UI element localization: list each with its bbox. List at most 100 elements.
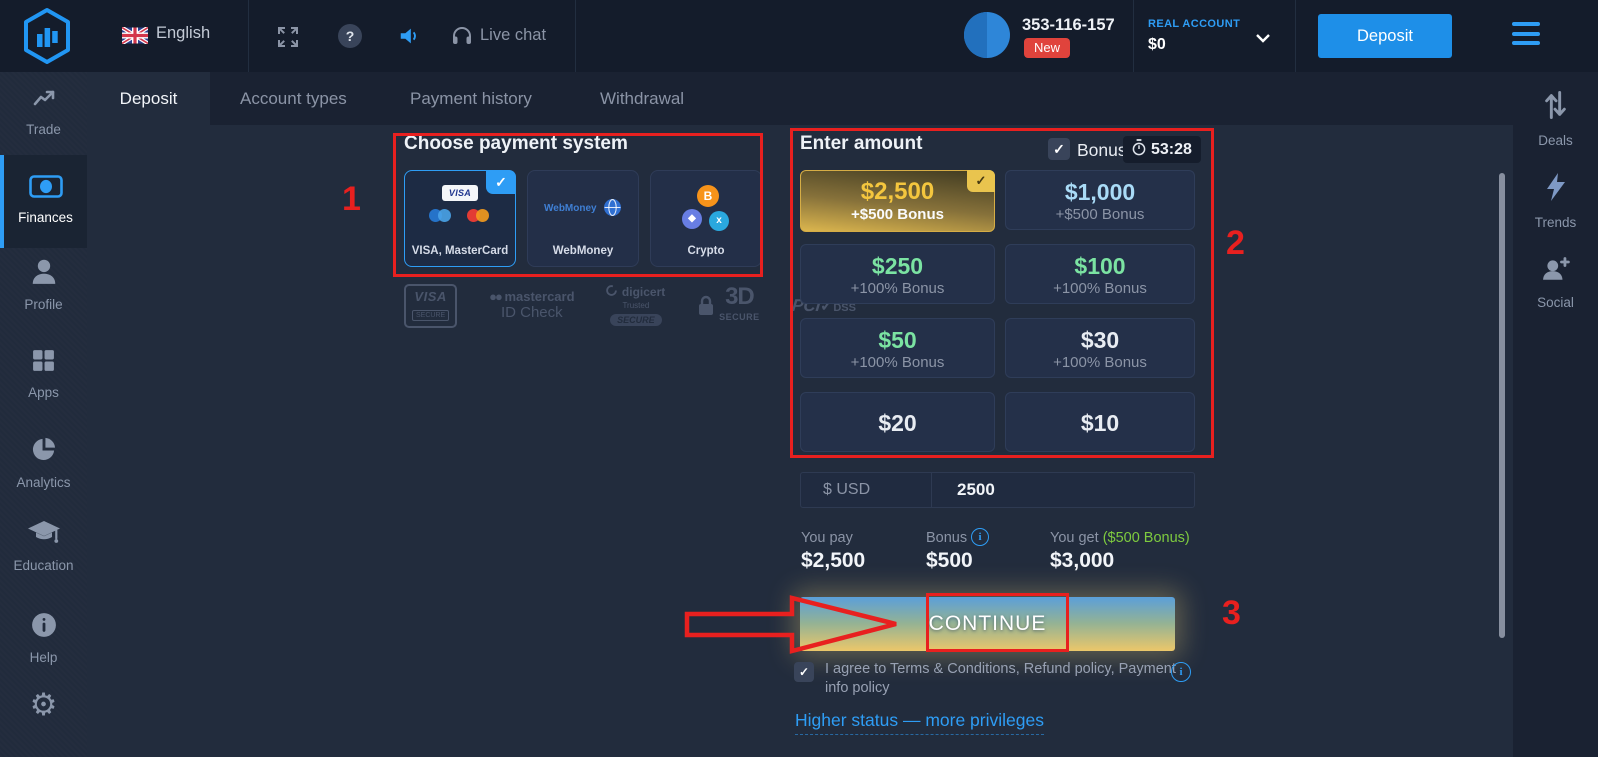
- topbar-divider: [248, 0, 249, 72]
- avatar[interactable]: [964, 12, 1010, 58]
- amount-option-1000[interactable]: $1,000 +$500 Bonus: [1005, 170, 1195, 230]
- topbar-divider: [1133, 0, 1134, 72]
- settings-gear-icon[interactable]: ⚙: [0, 688, 87, 722]
- currency-select[interactable]: $ USD: [801, 473, 932, 507]
- topbar-divider: [1295, 0, 1296, 72]
- ripple-icon: x: [709, 211, 729, 231]
- sound-icon[interactable]: [398, 25, 420, 52]
- topbar: English ? Live chat 35: [0, 0, 1598, 72]
- visa-logo: VISA: [442, 185, 478, 201]
- amount-section-title: Enter amount: [800, 133, 922, 155]
- avatar-half: [964, 12, 987, 58]
- trend-up-icon: [31, 97, 57, 114]
- digicert-badge: digicert Trusted SECURE: [606, 283, 665, 328]
- sidebar-item-analytics[interactable]: Analytics: [0, 436, 87, 490]
- account-balance: $0: [1148, 36, 1166, 54]
- bonus-checkbox[interactable]: ✓: [1048, 138, 1070, 160]
- lightning-icon: [1544, 189, 1568, 206]
- webmoney-logo: WebMoney: [544, 203, 597, 214]
- banknote-icon: [29, 185, 63, 202]
- app-screen: English ? Live chat 35: [0, 0, 1598, 757]
- visa-secure-badge: VISA SECURE: [404, 284, 457, 328]
- person-plus-icon: [1542, 269, 1570, 286]
- tab-deposit[interactable]: Deposit: [87, 72, 210, 125]
- you-get-label: You get ($500 Bonus): [1050, 530, 1190, 546]
- you-get-bonus-note: ($500 Bonus): [1103, 530, 1190, 546]
- account-id: 353-116-157: [1022, 16, 1115, 35]
- account-type-label[interactable]: REAL ACCOUNT: [1148, 18, 1240, 30]
- bonus-checkbox-label: Bonus: [1077, 140, 1127, 161]
- headset-icon: [450, 24, 474, 52]
- mastercard-circle-icon: [476, 209, 489, 222]
- amount-option-50[interactable]: $50 +100% Bonus: [800, 318, 995, 378]
- bonus-info-icon[interactable]: i: [971, 528, 989, 546]
- sidebar-item-help[interactable]: Help: [0, 612, 87, 665]
- tab-account-types[interactable]: Account types: [240, 72, 347, 125]
- agree-text[interactable]: I agree to Terms & Conditions, Refund po…: [825, 660, 1177, 698]
- topbar-divider: [575, 0, 576, 72]
- payment-method-webmoney[interactable]: WebMoney WebMoney: [527, 170, 639, 267]
- amount-option-2500[interactable]: ✓ $2,500 +$500 Bonus: [800, 170, 995, 232]
- live-chat-button[interactable]: Live chat: [480, 26, 546, 45]
- deposit-button[interactable]: Deposit: [1318, 14, 1452, 58]
- sidebar-item-deals[interactable]: Deals: [1513, 90, 1598, 148]
- sidebar-item-profile[interactable]: Profile: [0, 258, 87, 312]
- agreement-info-icon[interactable]: i: [1171, 662, 1191, 682]
- grid-icon: [31, 360, 56, 377]
- you-pay-label: You pay: [801, 530, 853, 546]
- bitcoin-icon: B: [697, 185, 719, 207]
- sidebar-item-trade[interactable]: Trade: [0, 86, 87, 137]
- tab-withdrawal[interactable]: Withdrawal: [600, 72, 684, 125]
- you-get-value: $3,000: [1050, 549, 1114, 573]
- you-pay-value: $2,500: [801, 549, 865, 573]
- bonus-summary-value: $500: [926, 549, 973, 573]
- sidebar-item-trends[interactable]: Trends: [1513, 172, 1598, 230]
- amount-option-10[interactable]: $10: [1005, 392, 1195, 452]
- 3d-secure-badge: 3D SECURE: [697, 287, 760, 325]
- payment-section-title: Choose payment system: [404, 133, 628, 155]
- agree-checkbox[interactable]: ✓: [794, 662, 814, 682]
- pie-chart-icon: [30, 450, 57, 467]
- arrows-up-down-icon: [1543, 107, 1568, 124]
- bonus-timer: 53:28: [1123, 136, 1201, 163]
- vertical-scrollbar[interactable]: [1499, 173, 1505, 638]
- sidebar-item-education[interactable]: Education: [0, 520, 87, 573]
- chevron-down-icon[interactable]: [1256, 30, 1270, 48]
- section-tabbar: Deposit Account types Payment history Wi…: [87, 72, 1513, 125]
- bonus-summary-label: Bonus: [926, 530, 967, 546]
- stopwatch-icon: [1132, 139, 1146, 161]
- amount-option-20[interactable]: $20: [800, 392, 995, 452]
- main-content: Choose payment system ✓ VISA VISA, Maste…: [87, 125, 1513, 757]
- language-selector[interactable]: English: [156, 24, 210, 43]
- amount-input[interactable]: [932, 473, 1194, 507]
- webmoney-globe-icon: [604, 199, 621, 221]
- help-question-icon[interactable]: ?: [338, 24, 362, 48]
- amount-option-250[interactable]: $250 +100% Bonus: [800, 244, 995, 304]
- right-sidebar: Deals Trends Social: [1513, 72, 1598, 757]
- payment-method-crypto[interactable]: B ◆ x Crypto: [650, 170, 762, 267]
- tab-payment-history[interactable]: Payment history: [410, 72, 532, 125]
- higher-status-link[interactable]: Higher status — more privileges: [795, 710, 1044, 735]
- mastercard-idcheck-badge: ●● mastercard ID Check: [489, 289, 574, 322]
- amount-option-100[interactable]: $100 +100% Bonus: [1005, 244, 1195, 304]
- graduation-cap-icon: [27, 533, 61, 550]
- amount-option-30[interactable]: $30 +100% Bonus: [1005, 318, 1195, 378]
- menu-hamburger-icon[interactable]: [1512, 22, 1540, 51]
- left-sidebar: Trade Finances Profile: [0, 72, 87, 757]
- app-logo-icon[interactable]: [20, 7, 74, 70]
- continue-button[interactable]: CONTINUE: [800, 597, 1175, 651]
- card-circle-icon: [438, 209, 451, 222]
- selected-check-icon: ✓: [967, 170, 995, 192]
- sidebar-item-finances[interactable]: Finances: [0, 155, 87, 248]
- info-circle-icon: [31, 625, 57, 642]
- new-badge: New: [1024, 38, 1070, 58]
- ethereum-icon: ◆: [682, 209, 702, 229]
- sidebar-item-social[interactable]: Social: [1513, 256, 1598, 310]
- language-flag-icon: [122, 27, 148, 49]
- selected-check-icon: ✓: [486, 170, 516, 194]
- trust-badges: VISA SECURE ●● mastercard ID Check digic…: [404, 283, 856, 328]
- fullscreen-icon[interactable]: [276, 25, 300, 54]
- bonus-timer-value: 53:28: [1151, 141, 1192, 159]
- sidebar-item-apps[interactable]: Apps: [0, 348, 87, 400]
- payment-method-visa-mastercard[interactable]: ✓ VISA VISA, MasterCard: [404, 170, 516, 267]
